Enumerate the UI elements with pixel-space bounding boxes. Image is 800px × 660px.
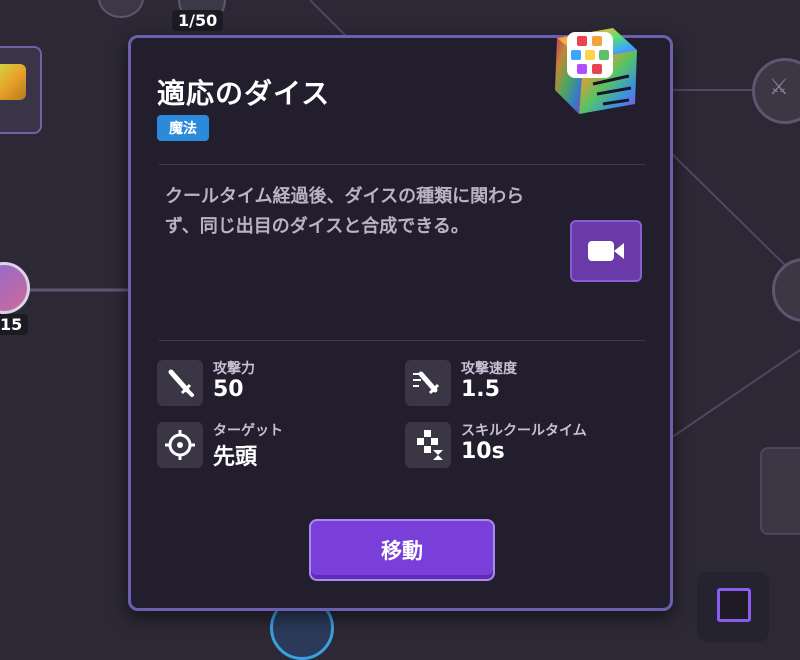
left-dice-card[interactable]	[0, 46, 42, 134]
hourglass-dice-icon	[405, 422, 451, 468]
dice-type-tag: 魔法	[157, 115, 209, 141]
stat-target-label: ターゲット	[213, 423, 283, 439]
claw-icon: ⚔	[769, 75, 789, 100]
divider-top	[159, 164, 645, 165]
dice-gem-icon	[0, 64, 26, 100]
move-button[interactable]: 移動	[309, 519, 495, 581]
dice-name-title: 適応のダイス	[157, 77, 331, 110]
fast-sword-icon	[405, 360, 451, 406]
stat-cooldown-label: スキルクールタイム	[461, 423, 587, 439]
skill-description: クールタイム経過後、ダイスの種類に関わらず、同じ出目のダイスと合成できる。	[165, 186, 525, 237]
stat-attack: 攻撃力 50	[157, 360, 407, 410]
left-node-badge: 15	[0, 314, 29, 335]
rainbow-dice-icon	[555, 28, 637, 114]
video-camera-icon	[588, 241, 624, 261]
stat-cooldown-value: 10s	[461, 439, 505, 464]
stat-attack-speed-value: 1.5	[461, 377, 500, 402]
right-dice-card[interactable]	[760, 447, 800, 535]
dice-info-panel: 適応のダイス 魔法 クールタイム経過後、ダイスの種類に関わらず、同じ出目のダイス…	[128, 28, 673, 611]
stat-target-value: 先頭	[213, 445, 258, 470]
sword-icon	[157, 360, 203, 406]
crosshair-icon	[157, 422, 203, 468]
corner-toggle-button[interactable]	[697, 572, 769, 642]
video-preview-button[interactable]	[570, 220, 642, 282]
checkbox-icon	[717, 588, 751, 622]
stat-attack-speed-label: 攻撃速度	[461, 361, 517, 377]
top-node-badge: 1/50	[172, 10, 224, 31]
stat-attack-label: 攻撃力	[213, 361, 255, 377]
divider-bottom	[159, 340, 645, 341]
stat-cooldown: スキルクールタイム 10s	[405, 422, 655, 472]
stat-attack-value: 50	[213, 377, 244, 402]
stat-attack-speed: 攻撃速度 1.5	[405, 360, 655, 410]
stat-target: ターゲット 先頭	[157, 422, 407, 472]
